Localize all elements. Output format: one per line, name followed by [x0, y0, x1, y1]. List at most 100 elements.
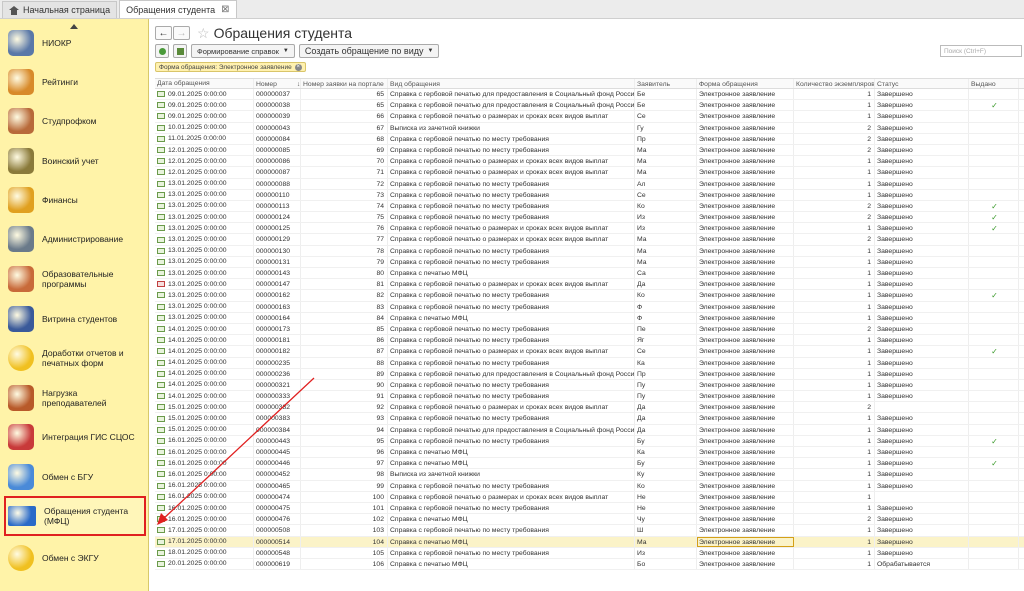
table-cell: 16.01.2025 0:00:00: [155, 514, 254, 525]
search-input[interactable]: Поиск (Ctrl+F): [940, 45, 1022, 57]
sidebar-item[interactable]: Воинский учет: [6, 144, 144, 178]
table-row[interactable]: 14.01.2025 0:00:00 000000181 86 Справка с г…: [155, 335, 1024, 347]
filter-badge[interactable]: Форма обращения: Электронное заявление ×: [155, 62, 306, 72]
table-row[interactable]: 17.01.2025 0:00:00 000000508 103 Справка с …: [155, 525, 1024, 537]
table-row[interactable]: 12.01.2025 0:00:00 000000087 71 Справка с г…: [155, 167, 1024, 179]
forward-button[interactable]: →: [173, 26, 190, 40]
table-cell: [969, 357, 1019, 368]
table-cell: 000000039: [254, 111, 301, 122]
table-row[interactable]: 13.01.2025 0:00:00 000000124 75 Справка с г…: [155, 212, 1024, 224]
table-row[interactable]: 16.01.2025 0:00:00 000000476 102 Справка с …: [155, 514, 1024, 526]
table-row[interactable]: 09.01.2025 0:00:00 000000037 65 Справка с г…: [155, 89, 1024, 101]
table-row[interactable]: 16.01.2025 0:00:00 000000452 98 Выписка из …: [155, 469, 1024, 481]
table-body: 09.01.2025 0:00:00 000000037 65 Справка с г…: [155, 89, 1024, 571]
sidebar-item[interactable]: НИОКР: [6, 26, 144, 60]
document-icon: [157, 292, 165, 299]
refresh-button[interactable]: [155, 44, 169, 58]
table-row[interactable]: 12.01.2025 0:00:00 000000085 69 Справка с г…: [155, 144, 1024, 157]
table-row[interactable]: 16.01.2025 0:00:00 000000446 97 Справка с п…: [155, 458, 1024, 470]
table-row[interactable]: 14.01.2025 0:00:00 000000173 85 Справка с г…: [155, 323, 1024, 336]
table-row[interactable]: 16.01.2025 0:00:00 000000443 95 Справка с г…: [155, 435, 1024, 447]
table-row[interactable]: 18.01.2025 0:00:00 000000548 105 Справка с …: [155, 547, 1024, 559]
table-row[interactable]: 13.01.2025 0:00:00 000000125 76 Справка с г…: [155, 223, 1024, 235]
edit-button[interactable]: [173, 44, 187, 58]
table-row[interactable]: 13.01.2025 0:00:00 000000162 82 Справка с г…: [155, 290, 1024, 302]
sidebar-item[interactable]: Интеграция ГИС СЦОС: [6, 420, 144, 454]
table-row[interactable]: 09.01.2025 0:00:00 000000038 65 Справка с г…: [155, 100, 1024, 112]
document-icon: [157, 381, 165, 388]
table-row[interactable]: 14.01.2025 0:00:00 000000236 89 Справка с г…: [155, 368, 1024, 380]
table-row[interactable]: 13.01.2025 0:00:00 000000147 81 Справка с г…: [155, 279, 1024, 291]
sidebar-item[interactable]: Доработки отчетов и печатных форм: [6, 341, 144, 375]
table-cell: Ма: [635, 144, 697, 156]
sidebar-item[interactable]: Рейтинги: [6, 65, 144, 99]
column-header[interactable]: Вид обращения: [388, 79, 635, 88]
table-cell: [969, 402, 1019, 413]
table-row[interactable]: 13.01.2025 0:00:00 000000143 80 Справка с п…: [155, 268, 1024, 280]
sidebar-item[interactable]: Обращения студента (МФЦ): [4, 496, 146, 536]
sidebar-item[interactable]: Витрина студентов: [6, 302, 144, 336]
column-header[interactable]: Номер ↓: [254, 79, 301, 88]
table-row[interactable]: 13.01.2025 0:00:00 000000113 74 Справка с г…: [155, 200, 1024, 213]
sidebar-item[interactable]: Финансы: [6, 183, 144, 217]
sidebar-item[interactable]: Обмен с ЭКГУ: [6, 541, 144, 575]
table-row[interactable]: 11.01.2025 0:00:00 000000084 68 Справка с г…: [155, 133, 1024, 145]
sidebar-item[interactable]: Студпрофком: [6, 104, 144, 138]
table-row[interactable]: 13.01.2025 0:00:00 000000131 79 Справка с г…: [155, 256, 1024, 268]
sidebar-item[interactable]: Администрирование: [6, 222, 144, 256]
table-header: Дата обращения Номер ↓ Номер заявки на порт…: [155, 78, 1024, 89]
star-icon[interactable]: ☆: [197, 25, 210, 42]
table-cell: Ал: [635, 178, 697, 189]
table-cell: Справка с гербовой печатью по месту треб…: [388, 391, 635, 402]
table-row[interactable]: 13.01.2025 0:00:00 000000088 72 Справка с г…: [155, 178, 1024, 190]
table-cell: 70: [301, 156, 388, 167]
table-row[interactable]: 20.01.2025 0:00:00 000000619 106 Справка с …: [155, 558, 1024, 571]
table-cell: 14.01.2025 0:00:00: [155, 368, 254, 379]
table-cell: Бе: [635, 100, 697, 111]
create-request-button[interactable]: Создать обращение по виду ▼: [298, 44, 440, 58]
table-cell: 16.01.2025 0:00:00: [155, 480, 254, 491]
table-row[interactable]: 09.01.2025 0:00:00 000000039 66 Справка с г…: [155, 111, 1024, 123]
table-row[interactable]: 13.01.2025 0:00:00 000000110 73 Справка с г…: [155, 189, 1024, 201]
column-header[interactable]: Дата обращения: [155, 79, 254, 88]
table-row[interactable]: 13.01.2025 0:00:00 000000164 84 Справка с п…: [155, 312, 1024, 324]
close-icon[interactable]: ×: [294, 63, 302, 71]
sidebar-item[interactable]: Образовательные программы: [6, 262, 144, 296]
table-cell: Электронное заявление: [697, 256, 794, 267]
column-header[interactable]: Количество экземпляров: [794, 79, 875, 88]
table-row[interactable]: 13.01.2025 0:00:00 000000129 77 Справка с г…: [155, 234, 1024, 246]
close-icon[interactable]: ⊠: [221, 4, 229, 15]
table-row[interactable]: 16.01.2025 0:00:00 000000474 100 Справка с …: [155, 491, 1024, 503]
table-row[interactable]: 14.01.2025 0:00:00 000000182 87 Справка с г…: [155, 346, 1024, 358]
table-cell: Ф: [635, 312, 697, 323]
table-row[interactable]: 15.01.2025 0:00:00 000000384 94 Справка с г…: [155, 424, 1024, 436]
table-row[interactable]: 15.01.2025 0:00:00 000000382 92 Справка с г…: [155, 402, 1024, 414]
tab-student-requests[interactable]: Обращения студента ⊠: [119, 0, 237, 18]
table-row[interactable]: 16.01.2025 0:00:00 000000445 96 Справка с п…: [155, 447, 1024, 459]
table-row[interactable]: 15.01.2025 0:00:00 000000383 93 Справка с г…: [155, 413, 1024, 425]
table-row[interactable]: 16.01.2025 0:00:00 000000475 101 Справка с …: [155, 502, 1024, 515]
table-cell: 16.01.2025 0:00:00: [155, 435, 254, 446]
table-row[interactable]: 12.01.2025 0:00:00 000000086 70 Справка с г…: [155, 156, 1024, 168]
back-button[interactable]: ←: [155, 26, 172, 40]
column-header[interactable]: Статус: [875, 79, 969, 88]
column-header[interactable]: Номер заявки на портале: [301, 79, 388, 88]
sidebar-item[interactable]: Нагрузка преподавателей: [6, 381, 144, 415]
table-row[interactable]: 13.01.2025 0:00:00 000000163 83 Справка с г…: [155, 301, 1024, 313]
table-row[interactable]: 13.01.2025 0:00:00 000000130 78 Справка с г…: [155, 245, 1024, 257]
sidebar-item[interactable]: Обмен с БГУ: [6, 460, 144, 494]
tab-home[interactable]: Начальная страница: [2, 1, 118, 18]
table-row[interactable]: 14.01.2025 0:00:00 000000321 90 Справка с г…: [155, 379, 1024, 392]
table-row[interactable]: 17.01.2025 0:00:00 000000514 104 Справка с …: [155, 536, 1024, 548]
table-cell: 94: [301, 424, 388, 435]
column-header[interactable]: Форма обращения: [697, 79, 794, 88]
column-header[interactable]: Выдано: [969, 79, 1019, 88]
shield-icon: [8, 148, 34, 174]
table-row[interactable]: 14.01.2025 0:00:00 000000333 91 Справка с г…: [155, 391, 1024, 403]
report-dropdown[interactable]: Формирование справок ▼: [191, 44, 295, 58]
column-header[interactable]: Заявитель: [635, 79, 697, 88]
table-cell: 1: [794, 480, 875, 491]
table-row[interactable]: 16.01.2025 0:00:00 000000465 99 Справка с г…: [155, 480, 1024, 492]
table-row[interactable]: 10.01.2025 0:00:00 000000043 67 Выписка из …: [155, 122, 1024, 134]
table-row[interactable]: 14.01.2025 0:00:00 000000235 88 Справка с г…: [155, 357, 1024, 369]
